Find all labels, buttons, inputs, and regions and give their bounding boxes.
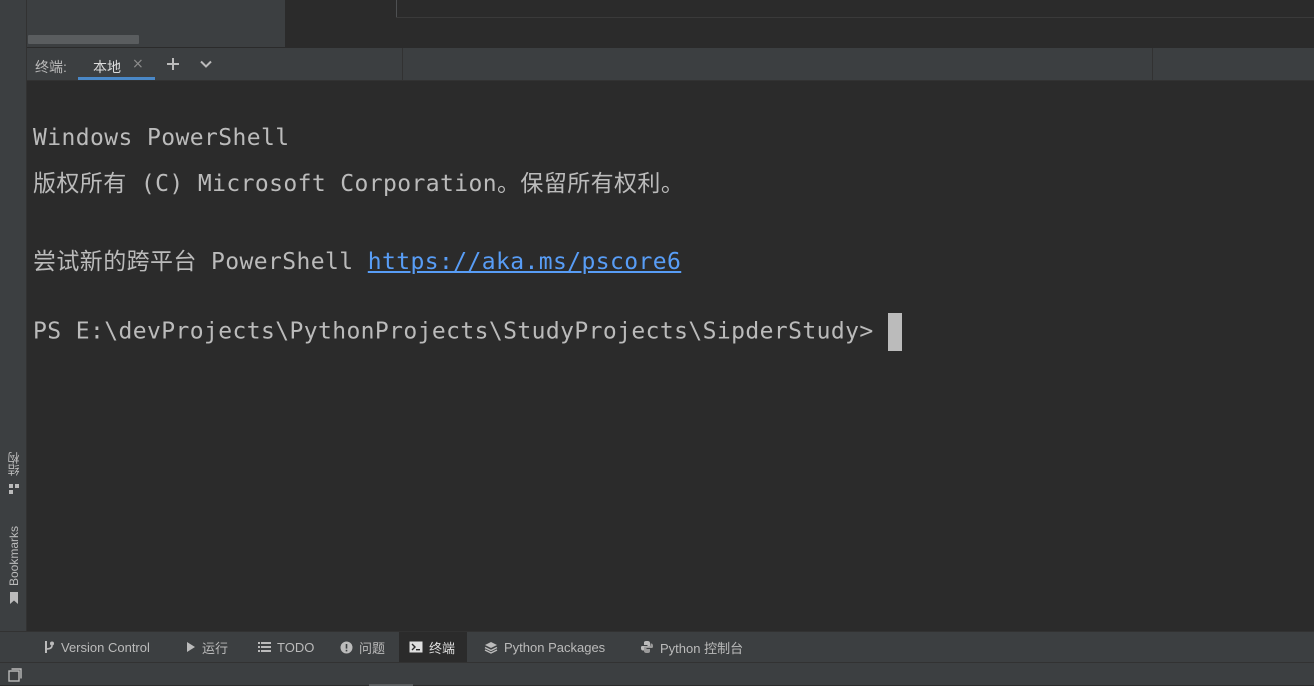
terminal-options-dropdown[interactable] (196, 54, 216, 74)
new-terminal-button[interactable] (163, 54, 183, 74)
version-control-button[interactable]: Version Control (33, 632, 160, 662)
terminal-header: 终端: 本地 × (27, 48, 1314, 81)
tool-window-bar: Version Control 运行 TODO 问题 终端 Python Pac… (0, 631, 1314, 662)
python-icon (641, 641, 653, 653)
python-console-button[interactable]: Python 控制台 (630, 632, 753, 662)
horizontal-scrollbar[interactable] (28, 35, 139, 44)
python-packages-button[interactable]: Python Packages (474, 632, 615, 662)
terminal-line: Windows PowerShell (33, 125, 290, 151)
toggle-tool-windows-button[interactable] (8, 667, 22, 686)
todo-label: TODO (277, 639, 315, 655)
terminal-prompt: PS E:\devProjects\PythonProjects\StudyPr… (33, 318, 888, 345)
terminal-line: 版权所有 (C) Microsoft Corporation。保留所有权利。 (33, 171, 685, 197)
terminal-prompt-line: PS E:\devProjects\PythonProjects\StudyPr… (33, 313, 902, 351)
header-separator (402, 48, 403, 80)
list-icon (258, 642, 271, 652)
editor-area-top (0, 0, 1314, 47)
info-icon (340, 641, 353, 653)
plus-icon (167, 58, 179, 70)
version-control-label: Version Control (61, 639, 150, 655)
terminal-tab-label: 本地 (93, 60, 121, 76)
editor-divider (396, 0, 397, 17)
bookmark-icon (8, 590, 20, 609)
header-separator (1152, 48, 1153, 80)
terminal-tool-label: 终端 (429, 640, 456, 656)
square-icon (8, 668, 22, 682)
structure-tool-button[interactable]: 结构 (0, 452, 27, 499)
terminal-line: 尝试新的跨平台 PowerShell https://aka.ms/pscore… (33, 242, 681, 276)
layers-icon (484, 641, 498, 654)
problems-button[interactable]: 问题 (330, 632, 395, 662)
chevron-down-icon (200, 60, 212, 68)
bookmarks-tool-button[interactable]: Bookmarks (0, 526, 27, 609)
run-label: 运行 (202, 640, 229, 656)
bookmarks-label: Bookmarks (6, 526, 21, 587)
terminal-output[interactable]: Windows PowerShell 版权所有 (C) Microsoft Co… (27, 81, 1314, 631)
python-packages-label: Python Packages (504, 639, 606, 655)
status-bar (0, 662, 1314, 686)
terminal-icon (409, 641, 423, 653)
terminal-title: 终端: (35, 59, 67, 75)
todo-button[interactable]: TODO (248, 632, 324, 662)
structure-icon (8, 480, 20, 499)
structure-label: 结构 (7, 452, 21, 476)
editor-divider-horizontal (396, 17, 1314, 18)
run-button[interactable]: 运行 (176, 632, 238, 662)
left-tool-stripe: 结构 Bookmarks (0, 0, 27, 657)
problems-label: 问题 (359, 640, 386, 656)
terminal-tool-button[interactable]: 终端 (399, 632, 467, 662)
python-console-label: Python 控制台 (660, 640, 744, 656)
terminal-cursor (887, 313, 902, 351)
terminal-text: 尝试新的跨平台 PowerShell (33, 249, 368, 275)
active-tab-indicator (78, 77, 155, 80)
play-icon (187, 642, 195, 652)
branch-icon (45, 641, 54, 653)
close-icon[interactable]: × (132, 56, 144, 72)
terminal-tab-local[interactable]: 本地 × (78, 48, 155, 80)
pscore-link[interactable]: https://aka.ms/pscore6 (368, 249, 681, 275)
